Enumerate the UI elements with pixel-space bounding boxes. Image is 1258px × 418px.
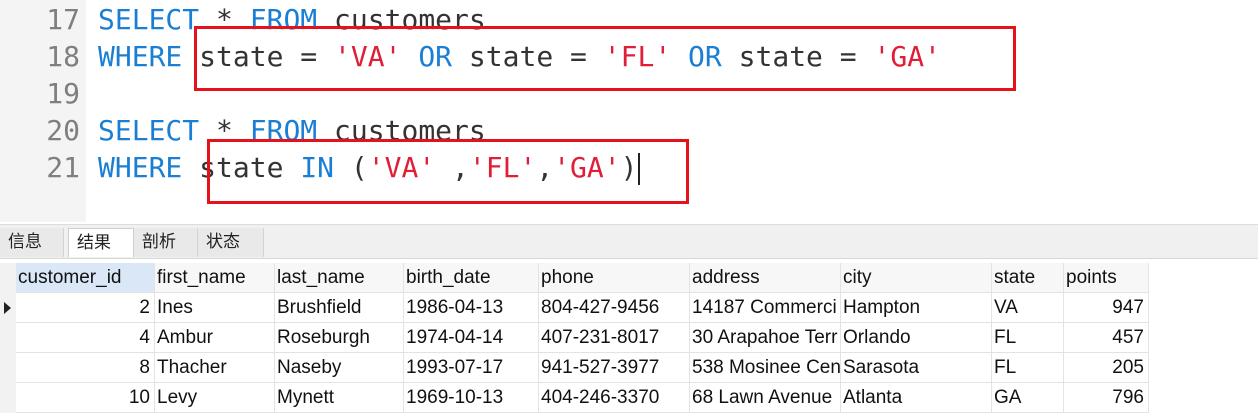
- line-number: 19: [46, 77, 80, 110]
- sql-text: customers: [317, 114, 486, 147]
- result-grid[interactable]: customer_id first_name last_name birth_date…: [0, 263, 1258, 418]
- cell-phone[interactable]: 404-246-3370: [539, 383, 690, 413]
- sql-text: (: [334, 151, 368, 184]
- cell-address[interactable]: 30 Arapahoe Terr: [690, 323, 841, 353]
- cell-address[interactable]: 538 Mosinee Cen: [690, 353, 841, 383]
- cell-customer-id[interactable]: 2: [16, 293, 155, 323]
- column-header-customer-id[interactable]: customer_id: [16, 263, 155, 293]
- sql-string: 'VA': [334, 40, 402, 73]
- cell-address[interactable]: 14187 Commerci: [690, 293, 841, 323]
- result-tab-bar: 信息 结果 1 剖析 状态: [0, 224, 1258, 282]
- tab-profile[interactable]: 剖析: [134, 228, 198, 257]
- sql-text: state =: [182, 40, 335, 73]
- cell-last-name[interactable]: Roseburgh: [275, 323, 404, 353]
- sql-keyword: OR: [418, 40, 453, 73]
- cell-birth-date[interactable]: 1969-10-13: [404, 383, 539, 413]
- code-text[interactable]: WHERE state IN ('VA' ,'FL','GA'): [98, 149, 640, 186]
- cell-points[interactable]: 205: [1064, 353, 1149, 383]
- cell-points[interactable]: 947: [1064, 293, 1149, 323]
- cell-birth-date[interactable]: 1993-07-17: [404, 353, 539, 383]
- column-header-state[interactable]: state: [992, 263, 1064, 293]
- sql-string: 'GA': [873, 40, 941, 73]
- cell-city[interactable]: Atlanta: [841, 383, 992, 413]
- sql-keyword: WHERE: [98, 151, 183, 184]
- sql-text: state =: [721, 40, 874, 73]
- sql-text: ): [620, 151, 638, 184]
- sql-keyword: SELECT: [98, 3, 200, 36]
- line-number: 21: [46, 151, 80, 184]
- cell-points[interactable]: 796: [1064, 383, 1149, 413]
- cell-first-name[interactable]: Ambur: [155, 323, 275, 353]
- cell-city[interactable]: Sarasota: [841, 353, 992, 383]
- sql-string: 'FL': [603, 40, 672, 73]
- sql-text: ,: [435, 151, 469, 184]
- current-row-arrow-icon: [4, 302, 11, 314]
- cell-customer-id[interactable]: 10: [16, 383, 155, 413]
- column-header-first-name[interactable]: first_name: [155, 263, 275, 293]
- cell-last-name[interactable]: Naseby: [275, 353, 404, 383]
- cell-city[interactable]: Hampton: [841, 293, 992, 323]
- cell-state[interactable]: VA: [992, 293, 1064, 323]
- sql-text: ,: [536, 151, 554, 184]
- column-header-address[interactable]: address: [690, 263, 841, 293]
- cell-first-name[interactable]: Thacher: [155, 353, 275, 383]
- sql-text: *: [199, 114, 250, 147]
- tab-status[interactable]: 状态: [198, 228, 264, 257]
- column-header-city[interactable]: city: [841, 263, 992, 293]
- sql-keyword: OR: [688, 40, 722, 73]
- cell-customer-id[interactable]: 4: [16, 323, 155, 353]
- cell-points[interactable]: 457: [1064, 323, 1149, 353]
- line-number: 20: [46, 114, 80, 147]
- sql-keyword: FROM: [249, 3, 318, 36]
- code-text[interactable]: WHERE state = 'VA' OR state = 'FL' OR st…: [98, 38, 941, 75]
- cell-birth-date[interactable]: 1974-04-14: [404, 323, 539, 353]
- sql-string: 'VA': [367, 151, 436, 184]
- sql-text: customers: [317, 3, 486, 36]
- sql-keyword: IN: [300, 151, 335, 184]
- cell-last-name[interactable]: Mynett: [275, 383, 404, 413]
- cell-phone[interactable]: 804-427-9456: [539, 293, 690, 323]
- code-text[interactable]: SELECT * FROM customers: [98, 112, 486, 149]
- column-header-last-name[interactable]: last_name: [275, 263, 404, 293]
- cell-city[interactable]: Orlando: [841, 323, 992, 353]
- cell-phone[interactable]: 941-527-3977: [539, 353, 690, 383]
- sql-keyword: SELECT: [98, 114, 200, 147]
- sql-string: 'FL': [468, 151, 537, 184]
- column-header-phone[interactable]: phone: [539, 263, 690, 293]
- cell-first-name[interactable]: Levy: [155, 383, 275, 413]
- cell-state[interactable]: GA: [992, 383, 1064, 413]
- line-number: 17: [46, 3, 80, 36]
- cell-first-name[interactable]: Ines: [155, 293, 275, 323]
- sql-text: *: [199, 3, 250, 36]
- cell-last-name[interactable]: Brushfield: [275, 293, 404, 323]
- sql-text: state: [182, 151, 301, 184]
- column-header-points[interactable]: points: [1064, 263, 1149, 293]
- row-indicator-column: [0, 263, 16, 413]
- sql-editor[interactable]: 17 SELECT * FROM customers 18 WHERE state =…: [0, 0, 1258, 222]
- column-header-birth-date[interactable]: birth_date: [404, 263, 539, 293]
- cell-phone[interactable]: 407-231-8017: [539, 323, 690, 353]
- sql-keyword: FROM: [249, 114, 318, 147]
- cell-birth-date[interactable]: 1986-04-13: [404, 293, 539, 323]
- code-text[interactable]: SELECT * FROM customers: [98, 1, 486, 38]
- line-number: 18: [46, 40, 80, 73]
- cell-address[interactable]: 68 Lawn Avenue: [690, 383, 841, 413]
- cell-state[interactable]: FL: [992, 323, 1064, 353]
- text-cursor: [637, 153, 640, 185]
- sql-keyword: WHERE: [98, 40, 183, 73]
- sql-text: state =: [452, 40, 604, 73]
- cell-state[interactable]: FL: [992, 353, 1064, 383]
- cell-customer-id[interactable]: 8: [16, 353, 155, 383]
- tab-info[interactable]: 信息: [0, 228, 64, 257]
- sql-string: 'GA': [553, 151, 621, 184]
- tab-result-1[interactable]: 结果 1: [68, 228, 134, 282]
